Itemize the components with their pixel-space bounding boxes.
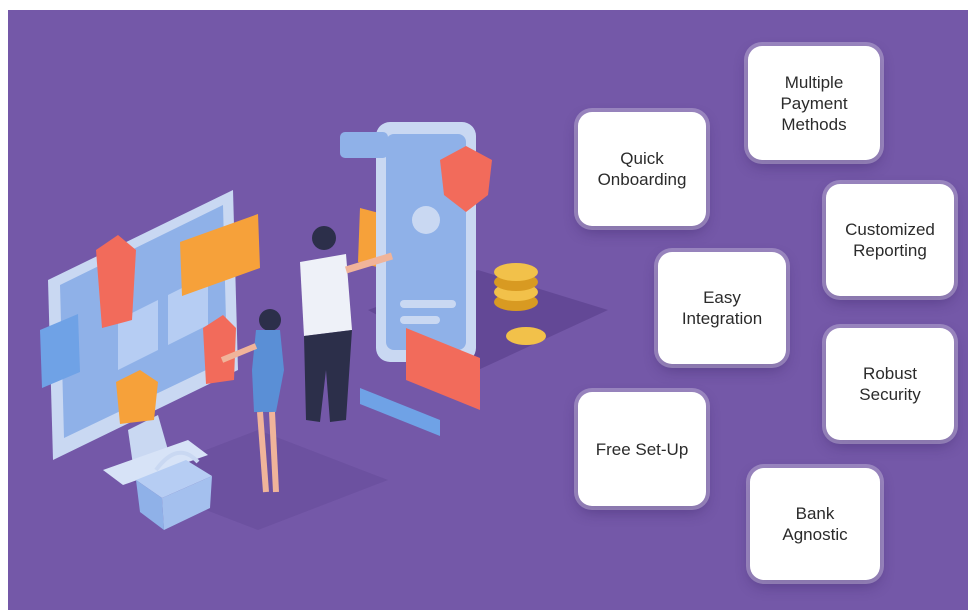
shirt-icon xyxy=(203,315,236,384)
dress-icon xyxy=(96,235,136,328)
feature-card-robust-security: Robust Security xyxy=(826,328,954,440)
ecommerce-illustration xyxy=(40,122,608,530)
feature-card-bank-agnostic: Bank Agnostic xyxy=(750,468,880,580)
feature-card-customized-reporting: Customized Reporting xyxy=(826,184,954,296)
card-reader-icon xyxy=(360,388,440,436)
chat-bubble-icon xyxy=(340,132,388,158)
feature-card-multiple-payment-methods: Multiple Payment Methods xyxy=(748,46,880,160)
feature-card-quick-onboarding: Quick Onboarding xyxy=(578,112,706,226)
feature-card-free-set-up: Free Set-Up xyxy=(578,392,706,506)
feature-card-easy-integration: Easy Integration xyxy=(658,252,786,364)
banner-canvas: Quick Onboarding Multiple Payment Method… xyxy=(8,10,968,610)
